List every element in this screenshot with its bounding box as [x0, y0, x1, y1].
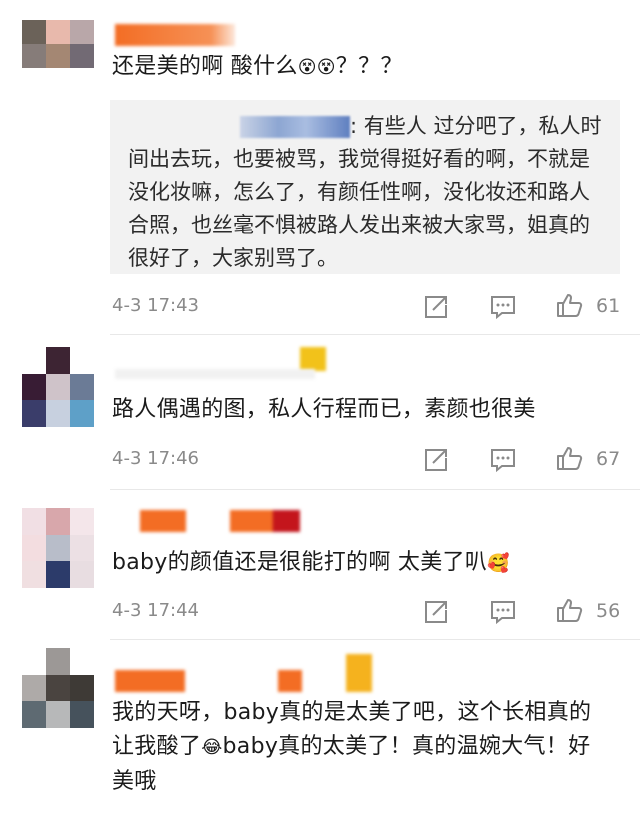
avatar[interactable] — [22, 648, 94, 728]
like-count: 67 — [596, 448, 621, 470]
comment-icon — [491, 601, 515, 625]
like-count: 61 — [596, 295, 621, 317]
like-icon — [557, 294, 583, 317]
username[interactable] — [115, 24, 235, 46]
like-button[interactable] — [556, 597, 584, 623]
timestamp: 4-3 17:44 — [112, 600, 199, 621]
comment-item: 我的天呀，baby真的是太美了吧，这个长相真的让我酸了😂baby真的太美了！真的… — [0, 640, 640, 822]
comment-item: baby的颜值还是很能打的啊 太美了叭🥰 4-3 17:44 56 — [0, 490, 640, 640]
comment-text: 还是美的啊 酸什么😵😵？？？ — [112, 50, 632, 85]
like-icon — [557, 447, 583, 470]
comment-button[interactable] — [489, 599, 517, 625]
comment-icon — [491, 449, 515, 473]
repost-button[interactable] — [422, 447, 450, 473]
comment-text: baby的颜值还是很能打的啊 太美了叭🥰 — [112, 546, 632, 581]
like-count: 56 — [596, 600, 621, 622]
username[interactable] — [115, 369, 315, 379]
avatar[interactable] — [22, 347, 94, 427]
quote-text: 有些人 过分吧了，私人时间出去玩，也要被骂，我觉得挺好看的啊，不就是没化妆嘛，怎… — [128, 114, 602, 270]
comment-body: 还是美的啊 酸什么 — [112, 54, 298, 79]
like-button[interactable] — [556, 292, 584, 318]
comment-button[interactable] — [489, 447, 517, 473]
username[interactable] — [346, 654, 372, 692]
avatar[interactable] — [22, 508, 94, 588]
username[interactable] — [300, 347, 326, 371]
emoji-icon: 😵😵 — [297, 57, 336, 78]
username[interactable] — [230, 510, 300, 532]
repost-icon — [425, 449, 447, 471]
username[interactable] — [115, 670, 185, 692]
comment-body: baby的颜值还是很能打的啊 太美了叭 — [112, 550, 488, 575]
like-icon — [557, 599, 583, 622]
timestamp: 4-3 17:46 — [112, 448, 199, 469]
quoted-reply[interactable]: : 有些人 过分吧了，私人时间出去玩，也要被骂，我觉得挺好看的啊，不就是没化妆嘛… — [110, 100, 620, 274]
timestamp: 4-3 17:43 — [112, 295, 199, 316]
comment-button[interactable] — [489, 294, 517, 320]
quote-separator: : — [350, 114, 364, 138]
comment-text: 我的天呀，baby真的是太美了吧，这个长相真的让我酸了😂baby真的太美了！真的… — [112, 696, 612, 799]
comment-item: 路人偶遇的图，私人行程而已，素颜也很美 4-3 17:46 67 — [0, 335, 640, 490]
repost-icon — [425, 601, 447, 623]
repost-button[interactable] — [422, 294, 450, 320]
quoted-username[interactable] — [240, 116, 350, 138]
avatar[interactable] — [22, 20, 94, 92]
username[interactable] — [140, 510, 186, 532]
comment-suffix: ？？？ — [335, 54, 403, 79]
comment-text: 路人偶遇的图，私人行程而已，素颜也很美 — [112, 397, 536, 422]
repost-icon — [425, 296, 447, 318]
comment-icon — [491, 296, 515, 320]
repost-button[interactable] — [422, 599, 450, 625]
emoji-icon: 😂 — [201, 737, 223, 758]
comment-item: 还是美的啊 酸什么😵😵？？？ : 有些人 过分吧了，私人时间出去玩，也要被骂，我… — [0, 0, 640, 335]
username[interactable] — [278, 670, 302, 692]
emoji-icon: 🥰 — [487, 553, 510, 574]
like-button[interactable] — [556, 445, 584, 471]
